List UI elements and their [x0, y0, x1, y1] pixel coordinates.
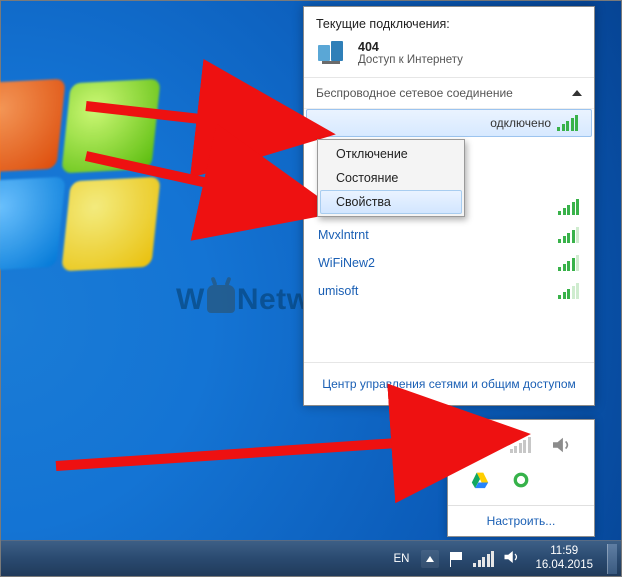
customize-link[interactable]: Настроить...: [487, 514, 556, 528]
wireless-section-header[interactable]: Беспроводное сетевое соединение: [304, 78, 594, 109]
flyout-footer: Центр управления сетями и общим доступом: [304, 362, 594, 405]
clock-time: 11:59: [535, 545, 593, 558]
volume-tray-icon[interactable]: [551, 435, 573, 455]
network-label: Mvxlntrnt: [318, 228, 558, 242]
sync-icon[interactable]: [510, 470, 532, 490]
network-item[interactable]: umisoft: [304, 277, 594, 305]
signal-icon: [558, 283, 580, 299]
taskbar: EN 11:59 16.04.2015: [1, 540, 621, 576]
tray-overflow-panel: Настроить...: [447, 419, 595, 537]
context-menu: Отключение Состояние Свойства: [317, 139, 465, 217]
collapse-icon: [572, 90, 582, 96]
action-center-icon[interactable]: [447, 550, 465, 568]
network-label: WiFiNew2: [318, 256, 558, 270]
windows-logo: [0, 81, 161, 291]
menu-item-status[interactable]: Состояние: [320, 166, 462, 190]
current-connection[interactable]: 404 Доступ к Интернету: [304, 35, 594, 78]
network-tray-icon[interactable]: [510, 435, 532, 455]
volume-taskbar-icon[interactable]: [503, 549, 521, 568]
show-hidden-icons-button[interactable]: [421, 550, 439, 568]
signal-icon: [557, 115, 579, 131]
signal-icon: [558, 199, 580, 215]
google-drive-icon[interactable]: [469, 470, 491, 490]
network-label: umisoft: [318, 284, 558, 298]
tray-blank: [551, 470, 573, 490]
current-connections-heading: Текущие подключения:: [304, 7, 594, 35]
wireless-heading: Беспроводное сетевое соединение: [316, 86, 513, 100]
network-icon: [316, 39, 348, 67]
connected-label: одключено: [490, 116, 551, 130]
network-item[interactable]: WiFiNew2: [304, 249, 594, 277]
network-name: 404: [358, 40, 463, 54]
signal-icon: [558, 227, 580, 243]
tray-blank: [469, 435, 491, 455]
show-desktop-button[interactable]: [607, 544, 617, 574]
network-taskbar-icon[interactable]: [473, 551, 495, 567]
menu-item-disconnect[interactable]: Отключение: [320, 142, 462, 166]
network-item-selected[interactable]: одключено: [306, 109, 592, 137]
network-item[interactable]: Mvxlntrnt: [304, 221, 594, 249]
signal-icon: [558, 255, 580, 271]
menu-item-properties[interactable]: Свойства: [320, 190, 462, 214]
language-indicator[interactable]: EN: [389, 551, 413, 567]
clock[interactable]: 11:59 16.04.2015: [529, 545, 599, 571]
network-center-link[interactable]: Центр управления сетями и общим доступом: [322, 377, 576, 391]
network-status: Доступ к Интернету: [358, 54, 463, 66]
clock-date: 16.04.2015: [535, 559, 593, 572]
android-icon: [207, 285, 235, 313]
